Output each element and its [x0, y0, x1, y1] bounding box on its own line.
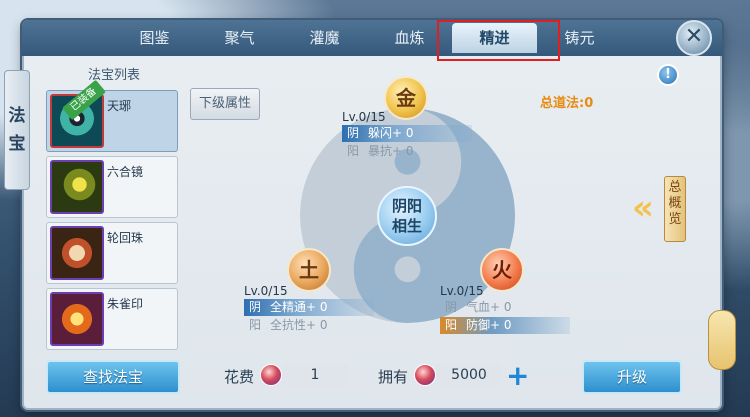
- fire-yang-row: 阳 防御+ 0: [440, 317, 570, 334]
- close-button[interactable]: ✕: [676, 20, 712, 56]
- item-name: 天琊: [107, 99, 132, 113]
- fire-yin-attr: 气血+ 0: [466, 300, 512, 314]
- cost-value: 1: [282, 364, 348, 386]
- list-item-liuhejing[interactable]: 六合镜: [46, 156, 178, 218]
- yin-tag: 阴: [248, 300, 261, 314]
- yang-tag: 阳: [346, 144, 359, 158]
- fire-level: Lv.0/15: [440, 284, 484, 298]
- find-treasure-button[interactable]: 查找法宝: [46, 360, 180, 394]
- chevron-left-icon[interactable]: «: [632, 188, 654, 228]
- plus-icon[interactable]: +: [506, 362, 529, 390]
- fire-yang-attr: 防御+ 0: [466, 318, 512, 332]
- list-title: 法宝列表: [87, 68, 140, 83]
- liuhejing-icon: [50, 160, 104, 214]
- side-label-fabao[interactable]: 法 宝: [4, 70, 30, 190]
- earth-yin-row: 阴 全精通+ 0: [244, 299, 374, 316]
- gold-node[interactable]: 金: [384, 76, 428, 120]
- zhuqueyin-icon: [50, 292, 104, 346]
- tab-tujian[interactable]: 图鉴: [112, 23, 197, 53]
- side-label-char: 宝: [8, 134, 26, 154]
- upgrade-button[interactable]: 升级: [582, 360, 682, 394]
- gold-yin-attr: 躲闪+ 0: [368, 126, 414, 140]
- yinyang-center-orb[interactable]: 阴阳 相生: [377, 186, 437, 246]
- overview-button[interactable]: 总概览: [664, 176, 686, 242]
- own-label: 拥有: [378, 368, 409, 386]
- tab-guanmo[interactable]: 灌魔: [282, 23, 367, 53]
- yang-tag: 阳: [248, 318, 261, 332]
- yang-tag: 阳: [444, 318, 457, 332]
- side-label-char: 法: [8, 106, 26, 126]
- yinyang-coin-icon: [414, 364, 436, 386]
- gold-level: Lv.0/15: [342, 110, 386, 124]
- tab-bar: 图鉴 聚气 灌魔 血炼 精进 铸元: [22, 20, 722, 56]
- own-value: 5000: [436, 364, 502, 386]
- earth-yang-attr: 全抗性+ 0: [270, 318, 328, 332]
- list-item-lunhuizhu[interactable]: 轮回珠: [46, 222, 178, 284]
- yin-tag: 阴: [444, 300, 457, 314]
- earth-yin-attr: 全精通+ 0: [270, 300, 328, 314]
- gold-yang-row: 阳 暴抗+ 0: [342, 143, 472, 160]
- yinyang-coin-icon: [260, 364, 282, 386]
- sub-attribute-button[interactable]: 下级属性: [190, 88, 260, 120]
- earth-node[interactable]: 土: [287, 248, 331, 292]
- earth-yang-row: 阳 全抗性+ 0: [244, 317, 374, 334]
- fire-yin-row: 阴 气血+ 0: [440, 299, 570, 316]
- gold-yang-attr: 暴抗+ 0: [368, 144, 414, 158]
- center-line-1: 阴阳: [391, 197, 422, 215]
- tab-juqi[interactable]: 聚气: [197, 23, 282, 53]
- lantern-decoration: [708, 310, 736, 370]
- active-tab-highlight: [437, 20, 560, 61]
- total-dao-value: 总道法:0: [540, 96, 594, 111]
- list-item-tianya[interactable]: 天琊: [46, 90, 178, 152]
- yin-tag: 阴: [346, 126, 359, 140]
- earth-level: Lv.0/15: [244, 284, 288, 298]
- item-name: 朱雀印: [107, 297, 144, 311]
- cost-label: 花费: [224, 368, 255, 386]
- item-name: 六合镜: [107, 165, 144, 179]
- list-item-zhuqueyin[interactable]: 朱雀印: [46, 288, 178, 350]
- item-name: 轮回珠: [107, 231, 144, 245]
- info-icon[interactable]: !: [657, 64, 679, 86]
- gold-yin-row: 阴 躲闪+ 0: [342, 125, 472, 142]
- center-line-2: 相生: [391, 217, 422, 235]
- fire-node[interactable]: 火: [480, 248, 524, 292]
- lunhuizhu-icon: [50, 226, 104, 280]
